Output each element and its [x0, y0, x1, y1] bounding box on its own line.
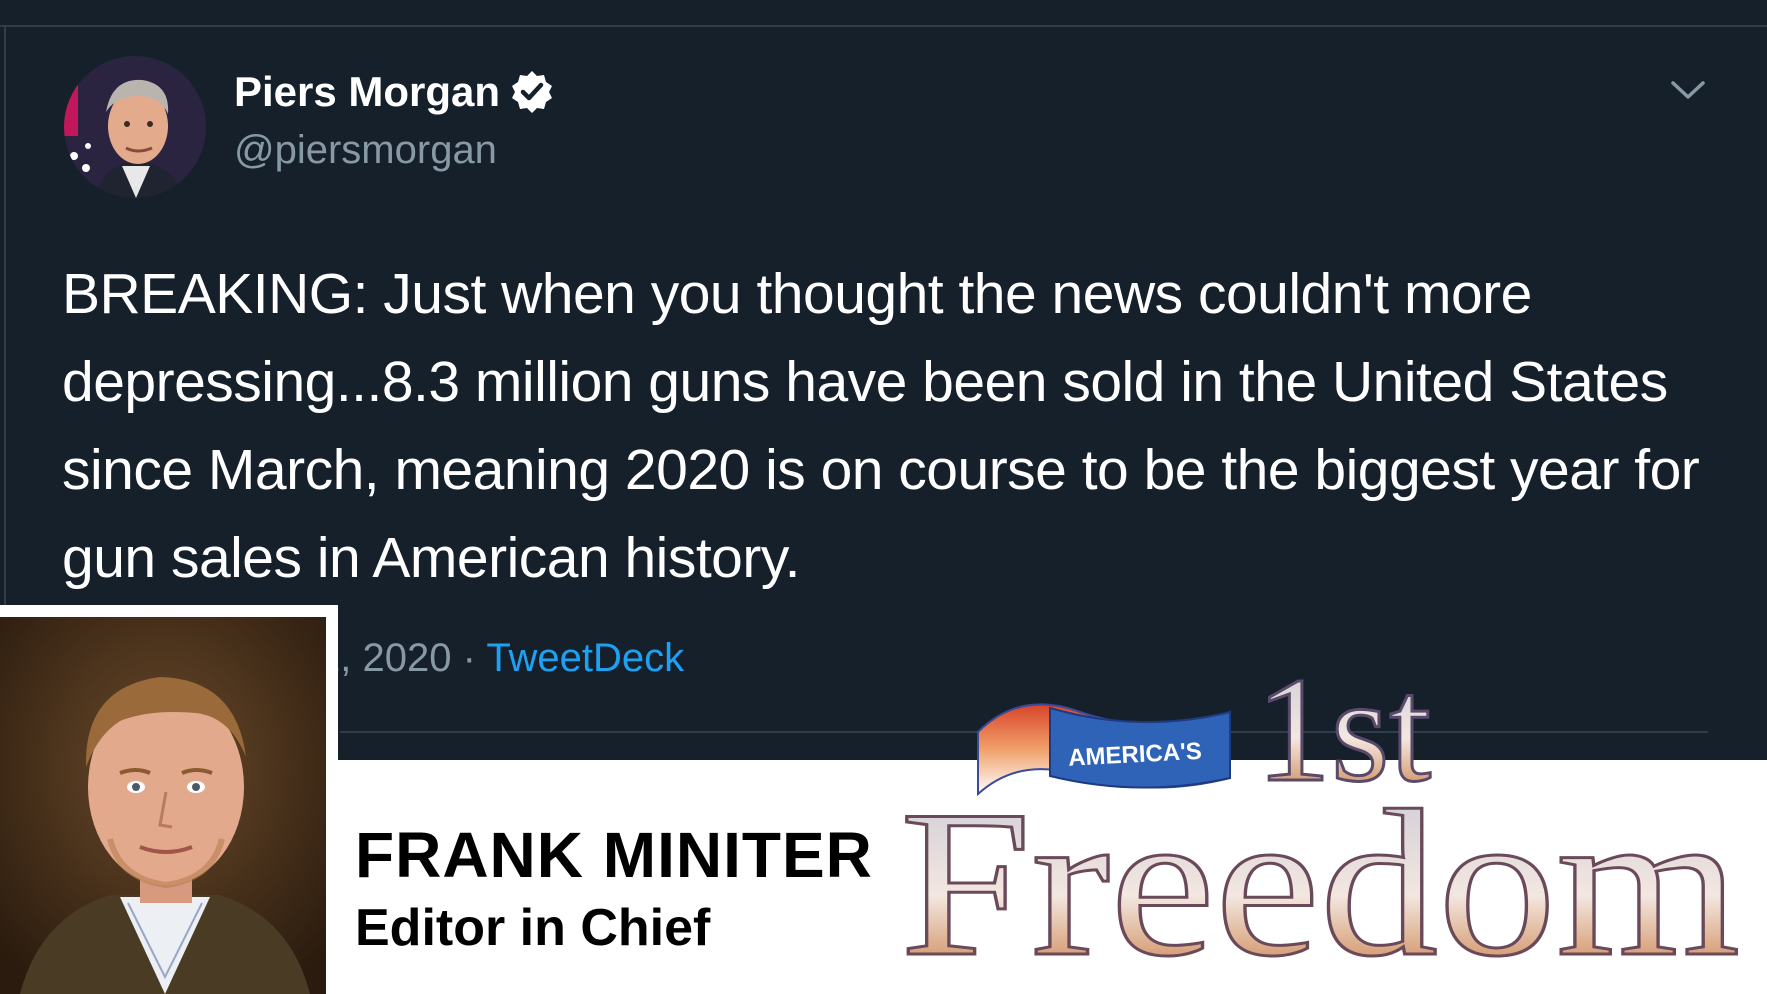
editor-name: FRANK MINITER [355, 819, 873, 891]
chevron-down-icon[interactable] [1668, 74, 1708, 106]
tweet-meta: 1, 2020 · TweetDeck [318, 636, 684, 681]
editor-portrait-frame [0, 605, 338, 994]
americas-1st-freedom-logo: 1st AMERICA'S Freedom [900, 672, 1742, 972]
tweet-date[interactable]: 1, 2020 [318, 636, 451, 680]
author-handle[interactable]: @piersmorgan [234, 128, 497, 173]
tweet-source-link[interactable]: TweetDeck [486, 636, 684, 680]
editor-title: Editor in Chief [355, 899, 711, 957]
verified-badge-icon [512, 71, 553, 113]
author-avatar[interactable] [64, 56, 206, 198]
logo-word-text: Freedom [900, 768, 1740, 972]
meta-separator: · [462, 636, 476, 680]
author-name[interactable]: Piers Morgan [234, 68, 556, 116]
tweet-body-text: BREAKING: Just when you thought the news… [62, 262, 1700, 590]
tweet-top-border [0, 25, 1767, 27]
author-name-text[interactable]: Piers Morgan [234, 68, 500, 116]
editor-portrait [0, 617, 326, 994]
